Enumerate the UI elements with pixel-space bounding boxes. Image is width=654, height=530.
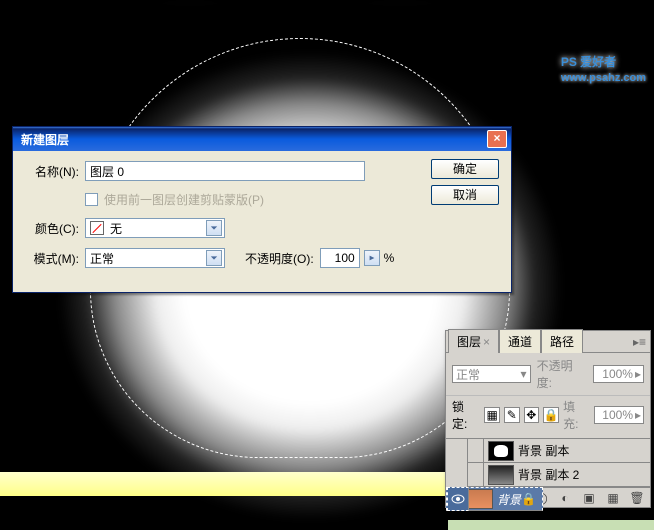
mode-value: 正常 [90, 250, 114, 267]
blend-mode-select[interactable]: 正常 ▾ [452, 365, 531, 383]
cancel-button[interactable]: 取消 [431, 185, 499, 205]
ok-button[interactable]: 确定 [431, 159, 499, 179]
chevron-down-icon[interactable] [206, 220, 222, 236]
watermark: PS 爱好者 www.psahz.com [561, 46, 646, 84]
clip-mask-label: 使用前一图层创建剪贴蒙版(P) [104, 191, 264, 208]
none-swatch-icon [90, 221, 104, 235]
layer-name: 背景 副本 [518, 442, 650, 459]
lock-label: 锁定: [452, 398, 478, 432]
watermark-url: www.psahz.com [561, 72, 646, 84]
folder-icon[interactable]: ▣ [582, 491, 596, 505]
new-layer-icon[interactable]: ▦ [606, 491, 620, 505]
lock-icon: 🔒 [521, 492, 536, 506]
chevron-down-icon[interactable] [206, 250, 222, 266]
tab-paths[interactable]: 路径 [541, 329, 583, 353]
layer-name: 背景 副本 2 [518, 466, 650, 483]
visibility-toggle[interactable] [447, 487, 469, 511]
layer-name: 背景 [497, 491, 521, 508]
lock-transparent-icon[interactable]: ▦ [484, 407, 500, 423]
mode-label: 模式(M): [25, 250, 85, 267]
panel-opacity-label: 不透明度: [537, 357, 587, 391]
link-cell[interactable] [468, 439, 484, 463]
tab-layers[interactable]: 图层× [448, 329, 499, 353]
chevron-down-icon: ▾ [521, 367, 527, 381]
visibility-toggle[interactable] [446, 463, 468, 487]
footer-strip [448, 520, 654, 530]
new-layer-dialog: 新建图层 × 确定 取消 名称(N): 使用前一图层创建剪贴蒙版(P) 颜色(C… [12, 126, 512, 293]
name-label: 名称(N): [25, 163, 85, 180]
tab-channels[interactable]: 通道 [499, 329, 541, 353]
opacity-flyout-icon[interactable] [364, 250, 380, 266]
panel-tabs: 图层× 通道 路径 [446, 331, 650, 353]
layers-panel: ▸≡ 图层× 通道 路径 正常 ▾ 不透明度: 100%▸ 锁定: ▦ ✎ ✥ … [445, 330, 651, 508]
dialog-title: 新建图层 [17, 131, 487, 148]
layer-name-input[interactable] [85, 161, 365, 181]
guide-strip [0, 472, 450, 496]
fill-input[interactable]: 100%▸ [594, 406, 644, 424]
layer-row[interactable]: 背景 🔒 [446, 487, 543, 511]
percent-label: % [384, 251, 395, 265]
adjustment-icon[interactable]: ◐ [558, 491, 572, 505]
layer-row[interactable]: 背景 副本 2 [446, 463, 650, 487]
tab-close-icon[interactable]: × [483, 335, 490, 349]
eye-icon [451, 494, 465, 504]
panel-opacity-input[interactable]: 100%▸ [593, 365, 644, 383]
fill-label: 填充: [563, 398, 589, 432]
color-select[interactable]: 无 [85, 218, 225, 238]
layer-thumb-icon[interactable] [467, 489, 493, 509]
dialog-titlebar[interactable]: 新建图层 × [13, 127, 511, 151]
close-icon[interactable]: × [487, 130, 507, 148]
mode-select[interactable]: 正常 [85, 248, 225, 268]
lock-paint-icon[interactable]: ✎ [504, 407, 520, 423]
color-value: 无 [110, 220, 122, 237]
layer-row[interactable]: 背景 副本 [446, 439, 650, 463]
layer-thumb-icon[interactable] [488, 441, 514, 461]
lock-all-icon[interactable]: 🔒 [543, 407, 559, 423]
link-cell[interactable] [468, 463, 484, 487]
layer-thumb-icon[interactable] [488, 465, 514, 485]
layer-list: 背景 副本 背景 副本 2 背景 🔒 [446, 438, 650, 487]
watermark-text: PS 爱好者 [561, 55, 616, 69]
opacity-input[interactable] [320, 248, 360, 268]
lock-move-icon[interactable]: ✥ [524, 407, 540, 423]
clip-mask-checkbox [85, 193, 98, 206]
visibility-toggle[interactable] [446, 439, 468, 463]
color-label: 颜色(C): [25, 220, 85, 237]
panel-menu-icon[interactable]: ▸≡ [633, 335, 646, 349]
trash-icon[interactable]: 🗑 [630, 491, 644, 505]
opacity-label: 不透明度(O): [245, 250, 314, 267]
